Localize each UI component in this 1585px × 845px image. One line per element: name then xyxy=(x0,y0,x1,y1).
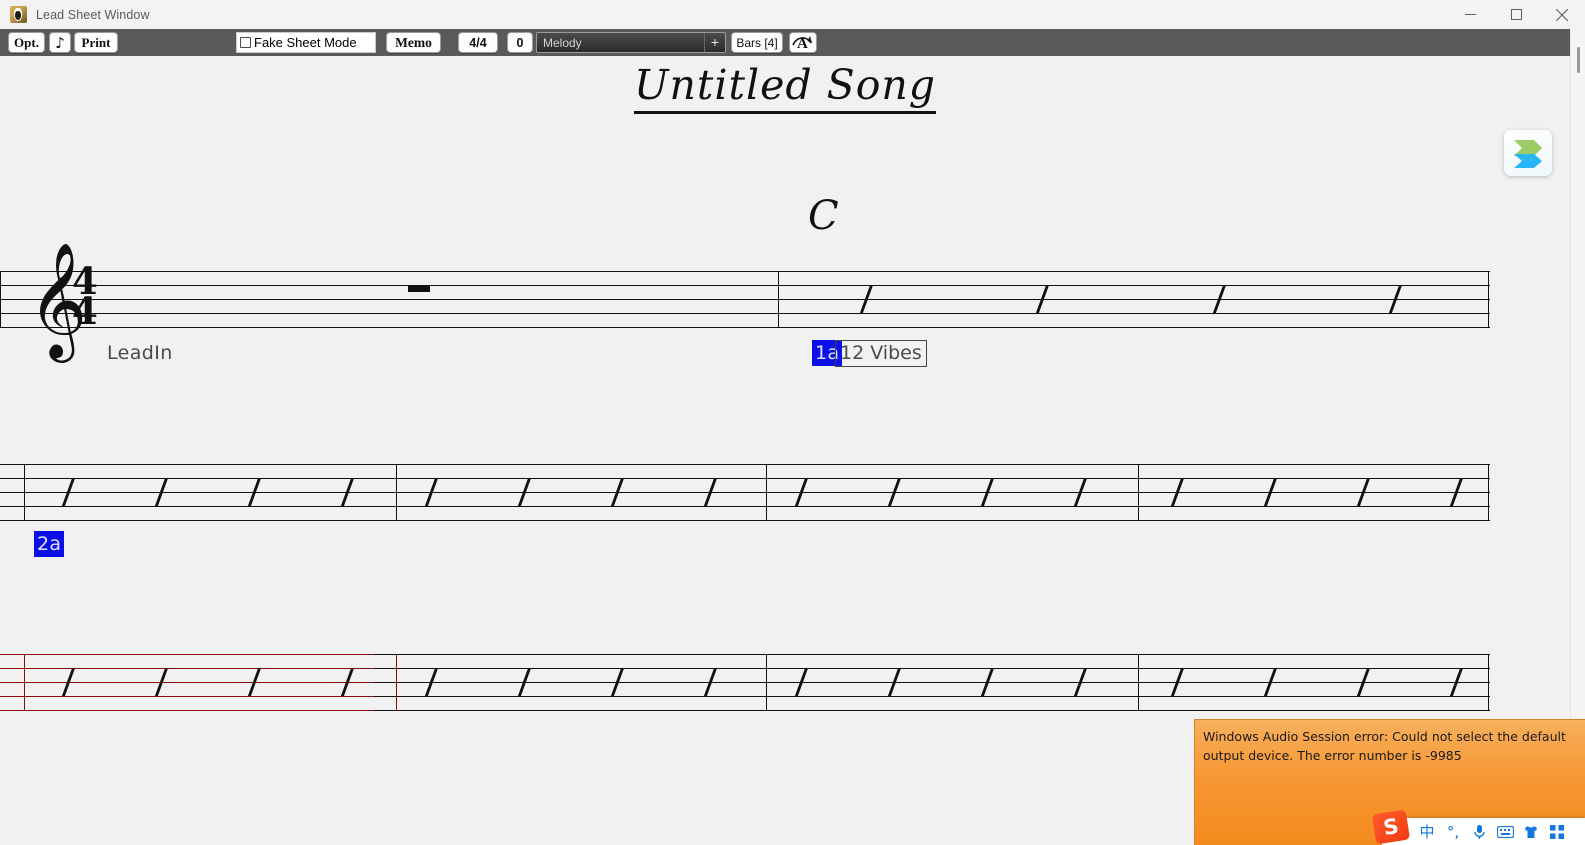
staff-line xyxy=(374,654,1490,655)
staff-system-1[interactable] xyxy=(0,271,1490,331)
staff-line xyxy=(0,506,1490,507)
keyboard-icon[interactable] xyxy=(1492,818,1518,845)
memo-button[interactable]: Memo xyxy=(386,32,441,53)
minimize-button[interactable] xyxy=(1447,0,1493,29)
error-toast-message: Windows Audio Session error: Could not s… xyxy=(1203,729,1566,763)
staff-line xyxy=(0,299,1490,300)
snipaste-chevron-icon xyxy=(1514,140,1542,168)
staff-line xyxy=(0,271,1490,272)
staff-line xyxy=(0,492,1490,493)
staff-line xyxy=(374,682,1490,683)
note-icon-button[interactable]: ♪ xyxy=(49,32,71,53)
print-button[interactable]: Print xyxy=(74,32,118,53)
fake-sheet-mode-checkbox[interactable]: Fake Sheet Mode xyxy=(236,32,376,53)
barline xyxy=(1488,654,1489,711)
staff-line xyxy=(0,285,1490,286)
auto-arrange-icon-button[interactable]: A xyxy=(789,32,817,53)
time-signature-button[interactable]: 4/4 xyxy=(458,32,498,53)
barline xyxy=(766,654,767,711)
fake-sheet-mode-label: Fake Sheet Mode xyxy=(254,35,357,50)
song-title[interactable]: Untitled Song xyxy=(0,61,1570,114)
skin-icon[interactable] xyxy=(1518,818,1544,845)
whole-rest-icon[interactable] xyxy=(408,285,430,292)
bars-button[interactable]: Bars [4] xyxy=(731,32,783,53)
window-title: Lead Sheet Window xyxy=(36,7,150,22)
staff-line-selected xyxy=(0,654,374,655)
marker-2a[interactable]: 2a xyxy=(34,531,65,557)
title-bar: Lead Sheet Window xyxy=(0,0,1585,30)
chinese-mode-icon[interactable]: 中 xyxy=(1414,818,1440,845)
barline xyxy=(1488,271,1489,328)
maximize-button[interactable] xyxy=(1493,0,1539,29)
staff-line xyxy=(374,710,1490,711)
scrollbar-thumb[interactable] xyxy=(1577,47,1580,73)
staff-system-3[interactable] xyxy=(0,654,1490,714)
staff-line xyxy=(0,327,1490,328)
staff-line-selected xyxy=(0,696,374,697)
barline xyxy=(1488,464,1489,521)
ime-toolbar[interactable]: S 中 °, xyxy=(1371,809,1585,845)
staff-line xyxy=(0,464,1490,465)
barline xyxy=(1138,654,1139,711)
staff-line xyxy=(0,520,1490,521)
microphone-icon[interactable] xyxy=(1466,818,1492,845)
add-track-button[interactable]: + xyxy=(704,33,725,52)
barline xyxy=(396,464,397,521)
checkbox-icon[interactable] xyxy=(240,37,251,48)
stylized-a-icon: A xyxy=(792,36,812,52)
track-selector[interactable]: Melody + xyxy=(536,32,726,53)
staff-line xyxy=(0,478,1490,479)
snipaste-floating-widget[interactable] xyxy=(1504,130,1552,176)
staff-line-selected xyxy=(0,668,374,669)
punctuation-icon[interactable]: °, xyxy=(1440,818,1466,845)
toolbar: Opt. ♪ Print Fake Sheet Mode Memo 4/4 0 … xyxy=(0,29,1585,57)
options-button[interactable]: Opt. xyxy=(8,32,45,53)
song-title-text: Untitled Song xyxy=(633,61,937,114)
sogou-logo-icon[interactable]: S xyxy=(1371,809,1411,845)
barline xyxy=(24,464,25,521)
staff-line-selected xyxy=(0,682,374,683)
transpose-button[interactable]: 0 xyxy=(507,32,533,53)
section-name-1a[interactable]: 12 Vibes xyxy=(835,340,927,367)
staff-system-2[interactable] xyxy=(0,464,1490,524)
barline-selected xyxy=(396,654,397,711)
barline-selected xyxy=(24,654,25,711)
barline xyxy=(778,271,779,328)
barline xyxy=(1138,464,1139,521)
staff-line xyxy=(0,313,1490,314)
app-icon xyxy=(10,6,27,23)
toolbox-icon[interactable] xyxy=(1544,818,1570,845)
window-controls xyxy=(1447,0,1585,29)
close-button[interactable] xyxy=(1539,0,1585,29)
track-name-value: Melody xyxy=(543,35,582,50)
staff-line-selected xyxy=(0,710,374,711)
staff-line xyxy=(374,696,1490,697)
chord-symbol[interactable]: C xyxy=(808,193,839,239)
staff-line xyxy=(374,668,1490,669)
barline xyxy=(0,271,1,328)
barline xyxy=(766,464,767,521)
leadin-label[interactable]: LeadIn xyxy=(107,342,173,364)
